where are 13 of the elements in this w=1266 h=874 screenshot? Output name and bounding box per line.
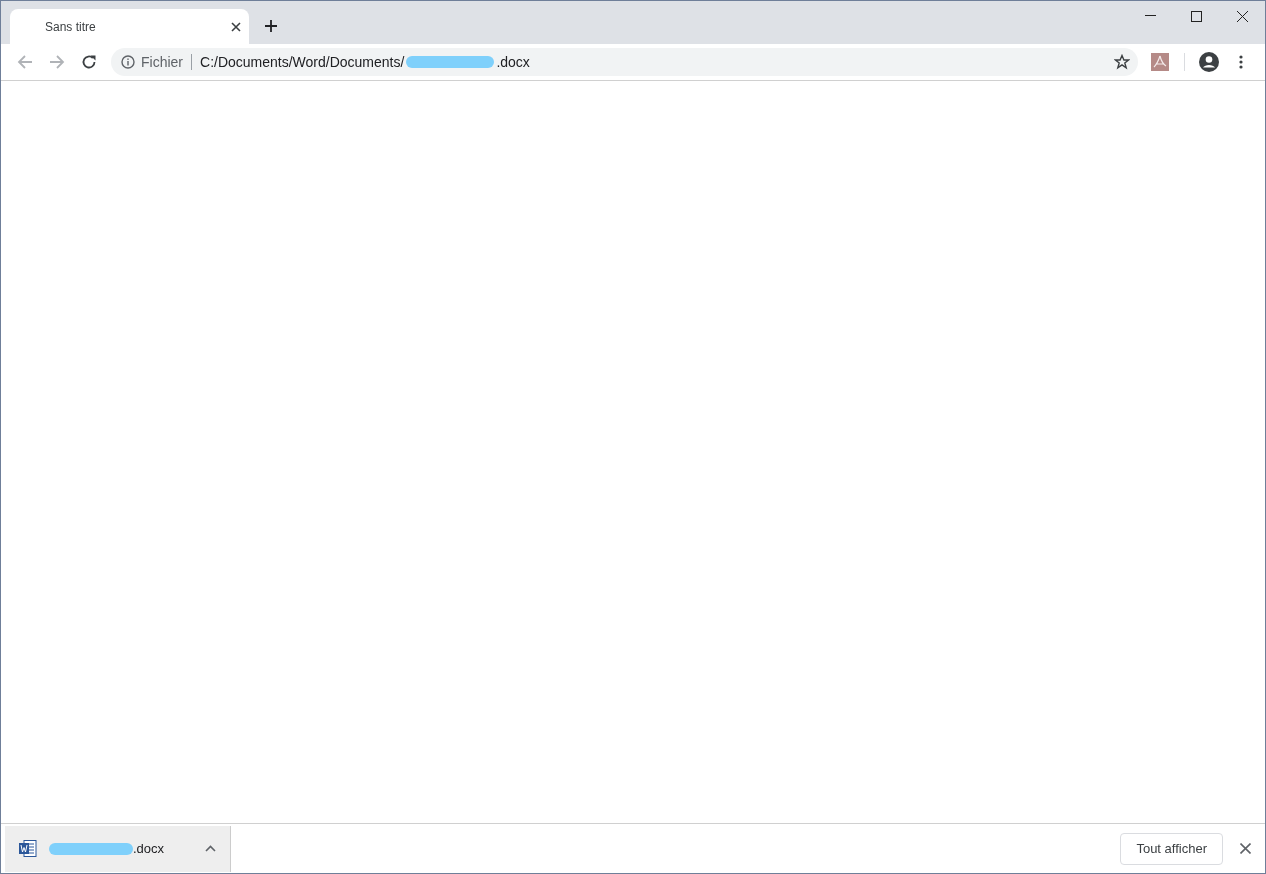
download-item[interactable]: .docx — [5, 825, 231, 872]
show-all-button[interactable]: Tout afficher — [1120, 832, 1223, 865]
close-tab-icon[interactable] — [231, 21, 241, 32]
url-text: .docx — [496, 54, 530, 70]
address-bar[interactable]: Fichier C:/Documents/Word/Documents/ .docx — [111, 48, 1138, 76]
info-icon[interactable] — [121, 55, 135, 69]
browser-tab[interactable]: Sans titre — [10, 9, 249, 44]
word-file-icon — [19, 840, 37, 857]
url-text: C:/Documents/Word/Documents/ — [200, 54, 405, 70]
security-label: Fichier — [141, 54, 183, 70]
caret-icon[interactable] — [205, 845, 216, 852]
star-icon[interactable] — [1114, 54, 1130, 70]
file-name: .docx — [133, 841, 166, 856]
